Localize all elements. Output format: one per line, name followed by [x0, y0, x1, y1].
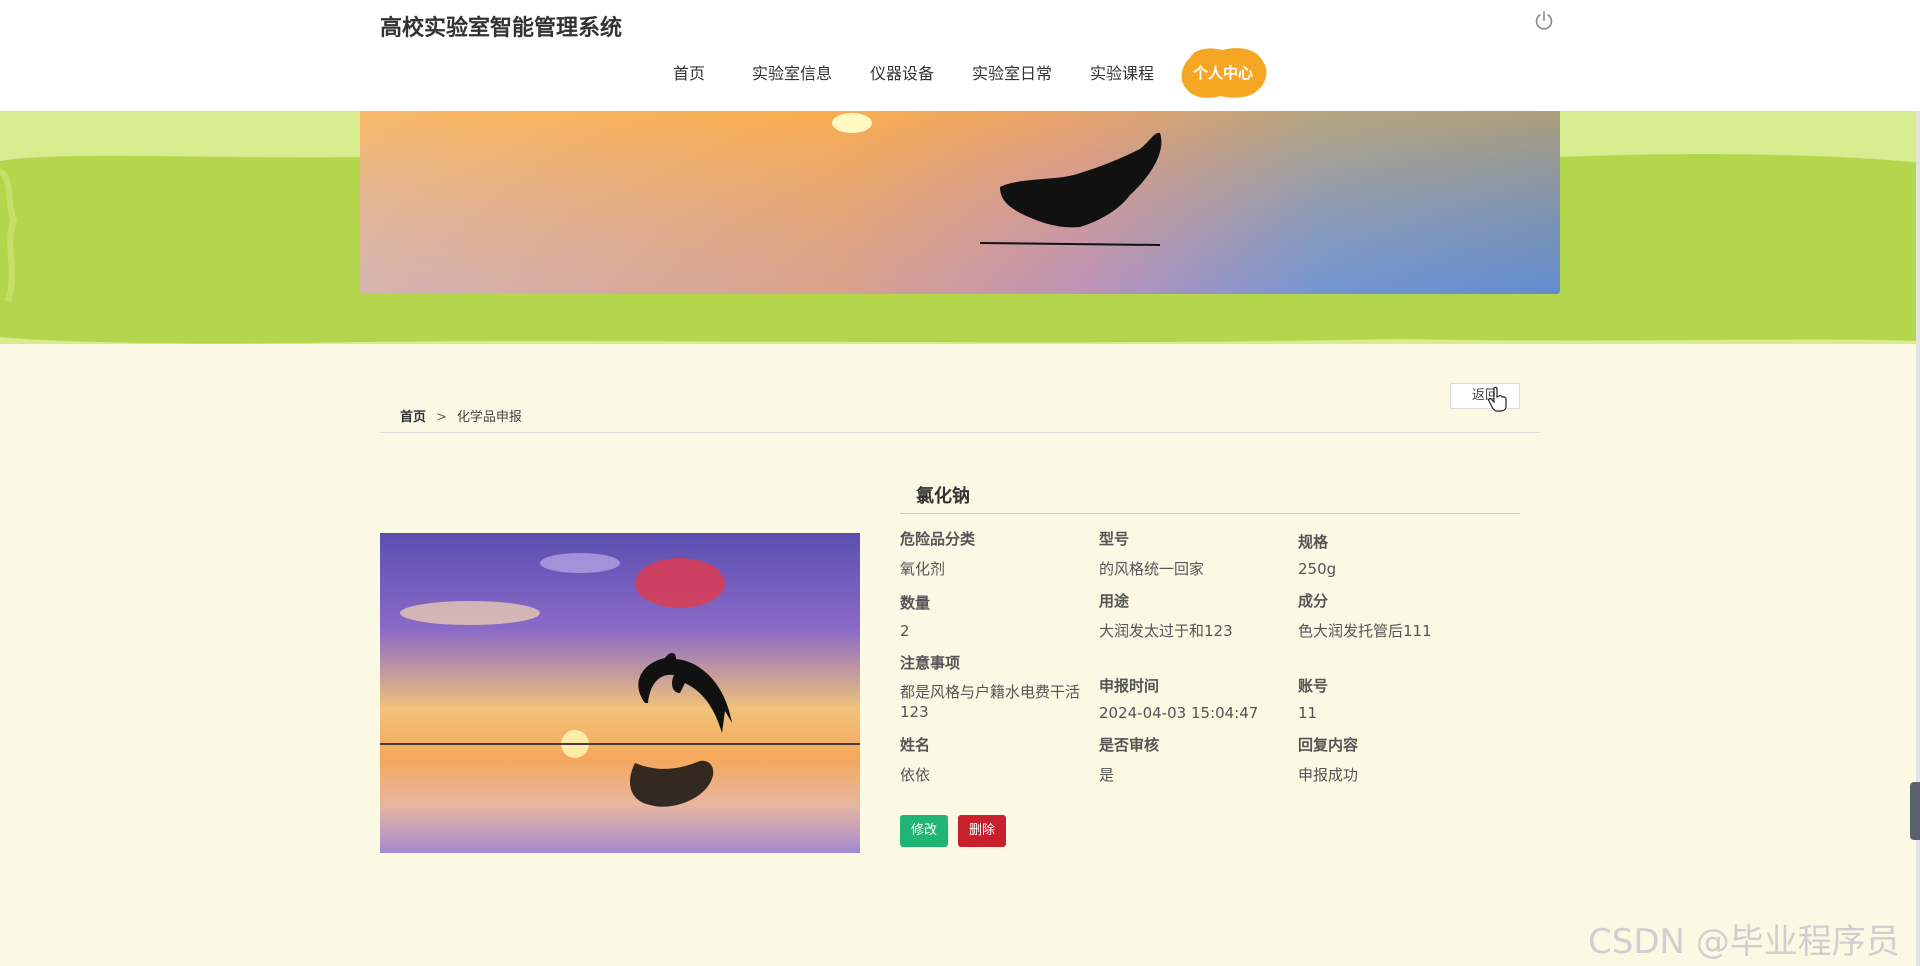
field-value-reply: 申报成功 — [1298, 766, 1359, 784]
nav-equipment[interactable]: 仪器设备 — [870, 60, 934, 84]
breadcrumb: 首页 > 化学品申报 — [400, 406, 522, 425]
nav-home[interactable]: 首页 — [673, 60, 705, 84]
field-value-apply-time: 2024-04-03 15:04:47 — [1099, 704, 1259, 722]
field-label-usage: 用途 — [1099, 592, 1130, 610]
field-label-name: 姓名 — [900, 736, 931, 754]
breadcrumb-divider — [380, 432, 1540, 433]
field-value-reviewed: 是 — [1099, 766, 1115, 784]
field-value-name: 依依 — [900, 766, 931, 784]
top-header: 高校实验室智能管理系统 首页 实验室信息 仪器设备 实验室日常 实验课程 个人中… — [0, 0, 1920, 111]
field-label-account: 账号 — [1298, 677, 1329, 695]
field-value-account: 11 — [1298, 704, 1318, 722]
field-value-notes: 都是风格与户籍水电费干活123 — [900, 683, 1081, 721]
breadcrumb-separator: > — [436, 410, 447, 425]
breadcrumb-home[interactable]: 首页 — [400, 410, 426, 425]
nav-personal-center-label: 个人中心 — [1192, 64, 1253, 82]
back-button[interactable]: 返回 — [1450, 383, 1520, 409]
field-value-composition: 色大润发托管后111 — [1298, 622, 1432, 640]
detail-title: 氯化钠 — [916, 486, 970, 507]
hand-cursor-icon — [1488, 386, 1507, 412]
edit-button[interactable]: 修改 — [900, 815, 948, 847]
field-label-quantity: 数量 — [900, 594, 931, 612]
nav-lab-daily[interactable]: 实验室日常 — [972, 60, 1052, 84]
field-label-model: 型号 — [1099, 530, 1130, 548]
field-label-composition: 成分 — [1298, 592, 1329, 610]
nav-lab-info[interactable]: 实验室信息 — [752, 60, 832, 84]
power-icon[interactable] — [1533, 10, 1555, 32]
delete-button[interactable]: 删除 — [958, 815, 1006, 847]
field-value-usage: 大润发太过于和123 — [1099, 622, 1233, 640]
field-label-hazard-class: 危险品分类 — [900, 530, 976, 548]
nav-courses[interactable]: 实验课程 — [1090, 60, 1154, 84]
field-value-spec: 250g — [1298, 560, 1337, 578]
side-tool-handle[interactable] — [1910, 782, 1920, 840]
detail-title-divider — [900, 513, 1520, 514]
breadcrumb-current: 化学品申报 — [456, 410, 522, 425]
site-title: 高校实验室智能管理系统 — [380, 16, 623, 41]
field-label-notes: 注意事项 — [900, 654, 961, 672]
field-value-quantity: 2 — [900, 622, 910, 640]
field-label-apply-time: 申报时间 — [1099, 677, 1160, 695]
field-value-hazard-class: 氧化剂 — [900, 560, 946, 578]
field-label-reviewed: 是否审核 — [1099, 736, 1160, 754]
field-label-reply: 回复内容 — [1298, 736, 1359, 754]
watermark: CSDN @毕业程序员 — [1588, 922, 1900, 962]
banner-image — [360, 111, 1560, 294]
product-image — [380, 533, 860, 853]
field-label-spec: 规格 — [1298, 533, 1329, 551]
field-value-model: 的风格统一回家 — [1099, 560, 1205, 578]
nav-personal-center[interactable]: 个人中心 — [1178, 44, 1268, 100]
